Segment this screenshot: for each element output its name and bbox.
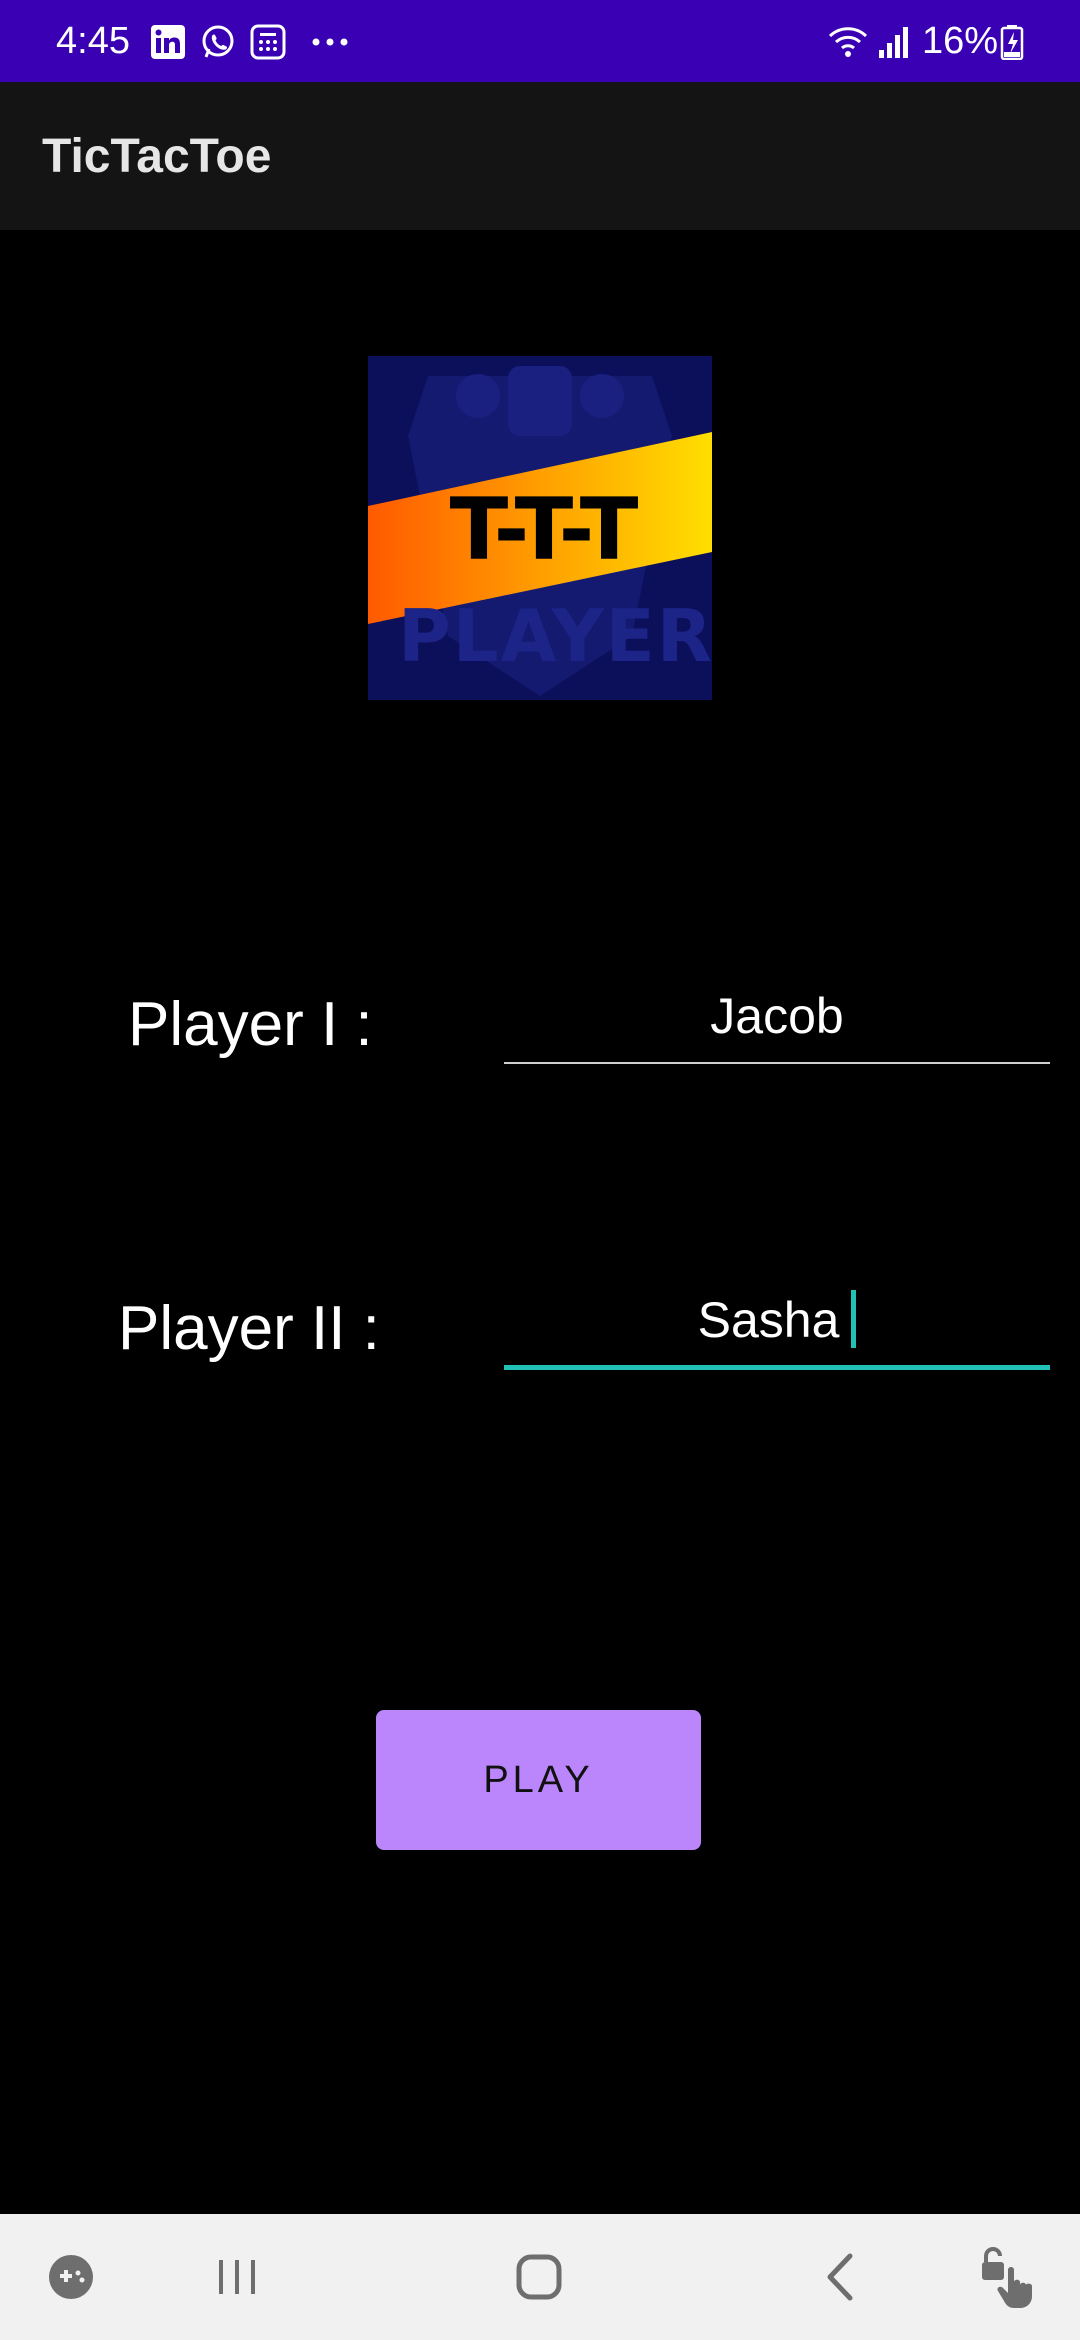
status-bar: 4:45 16%: [0, 0, 1080, 82]
battery-charging-icon: [1000, 24, 1024, 61]
home-icon[interactable]: [504, 2242, 574, 2312]
back-icon[interactable]: [806, 2242, 876, 2312]
logo-background-text: PLAYER: [398, 594, 712, 678]
player2-label: Player II :: [118, 1294, 380, 1363]
signal-icon: [876, 24, 912, 60]
whatsapp-icon: [200, 24, 236, 60]
screen: 4:45 16% TicTacToe PLAYER T-T-T Player I…: [0, 0, 1080, 2340]
text-cursor: [851, 1290, 857, 1348]
calculator-icon: [250, 24, 286, 60]
more-dots-icon: [310, 24, 348, 60]
battery-percent: 16%: [922, 20, 999, 62]
player1-name-value: Jacob: [710, 988, 844, 1044]
unlock-touch-icon[interactable]: [972, 2242, 1042, 2312]
play-button[interactable]: PLAY: [376, 1710, 701, 1850]
wifi-icon: [828, 24, 868, 60]
status-time: 4:45: [56, 20, 130, 62]
logo-banner-text: T-T-T: [449, 480, 639, 580]
player2-name-field[interactable]: Sasha: [504, 1278, 1050, 1370]
game-logo: PLAYER T-T-T: [368, 356, 712, 700]
player1-label: Player I :: [128, 990, 373, 1059]
player1-field-underline: [504, 1062, 1050, 1064]
linkedin-icon: [150, 24, 186, 60]
player2-field-underline: [504, 1365, 1050, 1370]
app-title: TicTacToe: [42, 130, 272, 183]
app-bar: TicTacToe: [0, 82, 1080, 230]
recent-apps-icon[interactable]: [202, 2242, 272, 2312]
navigation-bar: [0, 2214, 1080, 2340]
player2-name-wrapper: Sasha: [504, 1290, 1050, 1350]
game-launcher-icon[interactable]: [36, 2242, 106, 2312]
player1-name-field[interactable]: Jacob: [504, 974, 1050, 1064]
player2-name-value: Sasha: [697, 1292, 840, 1348]
